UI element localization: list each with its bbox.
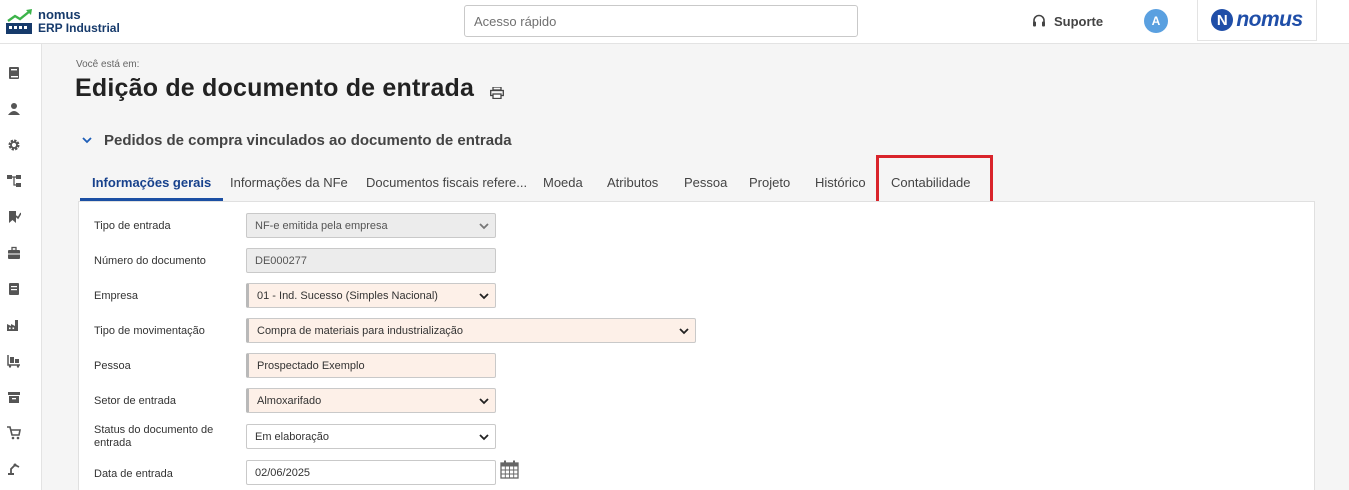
support-label: Suporte xyxy=(1054,13,1104,29)
calendar-icon[interactable] xyxy=(500,460,519,479)
tab-pessoa[interactable]: Pessoa xyxy=(684,166,727,199)
status-documento-value: Em elaboração xyxy=(255,430,329,443)
gear-icon[interactable] xyxy=(7,138,21,152)
brand-n-mark: N xyxy=(1211,9,1234,31)
chevron-down-icon xyxy=(679,328,689,335)
numero-documento-value: DE000277 xyxy=(255,254,307,267)
document-icon[interactable] xyxy=(7,282,21,296)
top-bar: nomus ERP Industrial Suporte A N nomus xyxy=(0,0,1349,44)
nomus-erp-logo[interactable]: nomus ERP Industrial xyxy=(6,6,126,38)
tab-label: Histórico xyxy=(815,175,866,190)
setor-entrada-value: Almoxarifado xyxy=(257,394,322,407)
factory-icon[interactable] xyxy=(7,318,21,332)
chevron-down-icon xyxy=(479,398,489,405)
tab-label: Moeda xyxy=(543,175,583,190)
tipo-movimentacao-select[interactable]: Compra de materiais para industrializaçã… xyxy=(246,318,696,343)
pessoa-label: Pessoa xyxy=(94,360,131,372)
tab-label: Contabilidade xyxy=(891,175,971,190)
book-icon[interactable] xyxy=(7,66,21,80)
tab-moeda[interactable]: Moeda xyxy=(543,166,583,199)
tab-historico[interactable]: Histórico xyxy=(815,166,866,199)
print-icon[interactable] xyxy=(490,87,504,99)
user-icon[interactable] xyxy=(7,102,21,116)
chevron-down-icon xyxy=(479,223,489,230)
tab-label: Informações gerais xyxy=(92,174,212,190)
status-documento-label: Status do documento de entrada xyxy=(94,424,214,449)
pessoa-value: Prospectado Exemplo xyxy=(257,359,365,372)
briefcase-icon[interactable] xyxy=(7,246,21,260)
empresa-select[interactable]: 01 - Ind. Sucesso (Simples Nacional) xyxy=(246,283,496,308)
bookmark-check-icon[interactable] xyxy=(7,210,21,224)
tab-projeto[interactable]: Projeto xyxy=(749,166,790,199)
tab-documentos-fiscais[interactable]: Documentos fiscais refere... xyxy=(366,166,527,199)
archive-icon[interactable] xyxy=(7,390,21,404)
user-avatar[interactable]: A xyxy=(1144,9,1168,33)
empresa-value: 01 - Ind. Sucesso (Simples Nacional) xyxy=(257,289,438,302)
cart-icon[interactable] xyxy=(7,426,21,440)
nomus-brand-logo: N nomus xyxy=(1197,0,1317,41)
data-entrada-label: Data de entrada xyxy=(94,468,173,480)
pallet-icon[interactable] xyxy=(7,354,21,368)
tab-bar: Informações gerais Informações da NFe Do… xyxy=(80,166,1316,201)
empresa-label: Empresa xyxy=(94,290,139,302)
chevron-down-icon xyxy=(479,293,489,300)
hierarchy-icon[interactable] xyxy=(7,174,21,188)
robot-arm-icon[interactable] xyxy=(7,462,21,476)
logo-text-nomus: nomus xyxy=(38,7,81,22)
linked-orders-section-toggle[interactable]: Pedidos de compra vinculados ao document… xyxy=(82,131,512,149)
data-entrada-value: 02/06/2025 xyxy=(255,466,311,479)
numero-documento-field[interactable]: DE000277 xyxy=(246,248,496,273)
tab-informacoes-gerais[interactable]: Informações gerais xyxy=(80,166,224,201)
chevron-down-icon xyxy=(479,434,489,441)
numero-documento-label: Número do documento xyxy=(94,255,206,267)
data-entrada-field[interactable]: 02/06/2025 xyxy=(246,460,496,485)
tab-label: Projeto xyxy=(749,175,791,190)
tipo-movimentacao-value: Compra de materiais para industrializaçã… xyxy=(257,324,464,337)
tab-label: Atributos xyxy=(607,175,659,190)
tab-label: Informações da NFe xyxy=(230,175,348,190)
tab-atributos[interactable]: Atributos xyxy=(607,166,658,199)
quick-access-input[interactable] xyxy=(464,5,858,37)
setor-entrada-label: Setor de entrada xyxy=(94,395,176,407)
tab-contabilidade[interactable]: Contabilidade xyxy=(891,166,971,199)
factory-chart-icon xyxy=(6,9,32,34)
tipo-entrada-value: NF-e emitida pela empresa xyxy=(255,219,388,232)
section-title: Pedidos de compra vinculados ao document… xyxy=(104,131,512,149)
status-documento-select[interactable]: Em elaboração xyxy=(246,424,496,449)
logo-text-erp: ERP Industrial xyxy=(38,21,120,35)
tab-label: Documentos fiscais refere... xyxy=(366,175,528,190)
support-link[interactable]: Suporte xyxy=(1032,12,1103,30)
tab-label: Pessoa xyxy=(684,175,728,190)
chevron-down-icon xyxy=(82,137,92,144)
brand-wordmark: nomus xyxy=(1236,8,1303,31)
breadcrumb: Você está em: xyxy=(76,59,140,70)
setor-entrada-select[interactable]: Almoxarifado xyxy=(246,388,496,413)
tipo-entrada-label: Tipo de entrada xyxy=(94,220,171,232)
pessoa-field[interactable]: Prospectado Exemplo xyxy=(246,353,496,378)
headset-icon xyxy=(1033,14,1045,27)
tab-informacoes-nfe[interactable]: Informações da NFe xyxy=(230,166,348,199)
left-sidebar xyxy=(0,44,42,490)
tipo-movimentacao-label: Tipo de movimentação xyxy=(94,325,205,337)
tipo-entrada-select[interactable]: NF-e emitida pela empresa xyxy=(246,213,496,238)
page-title: Edição de documento de entrada xyxy=(75,74,475,102)
